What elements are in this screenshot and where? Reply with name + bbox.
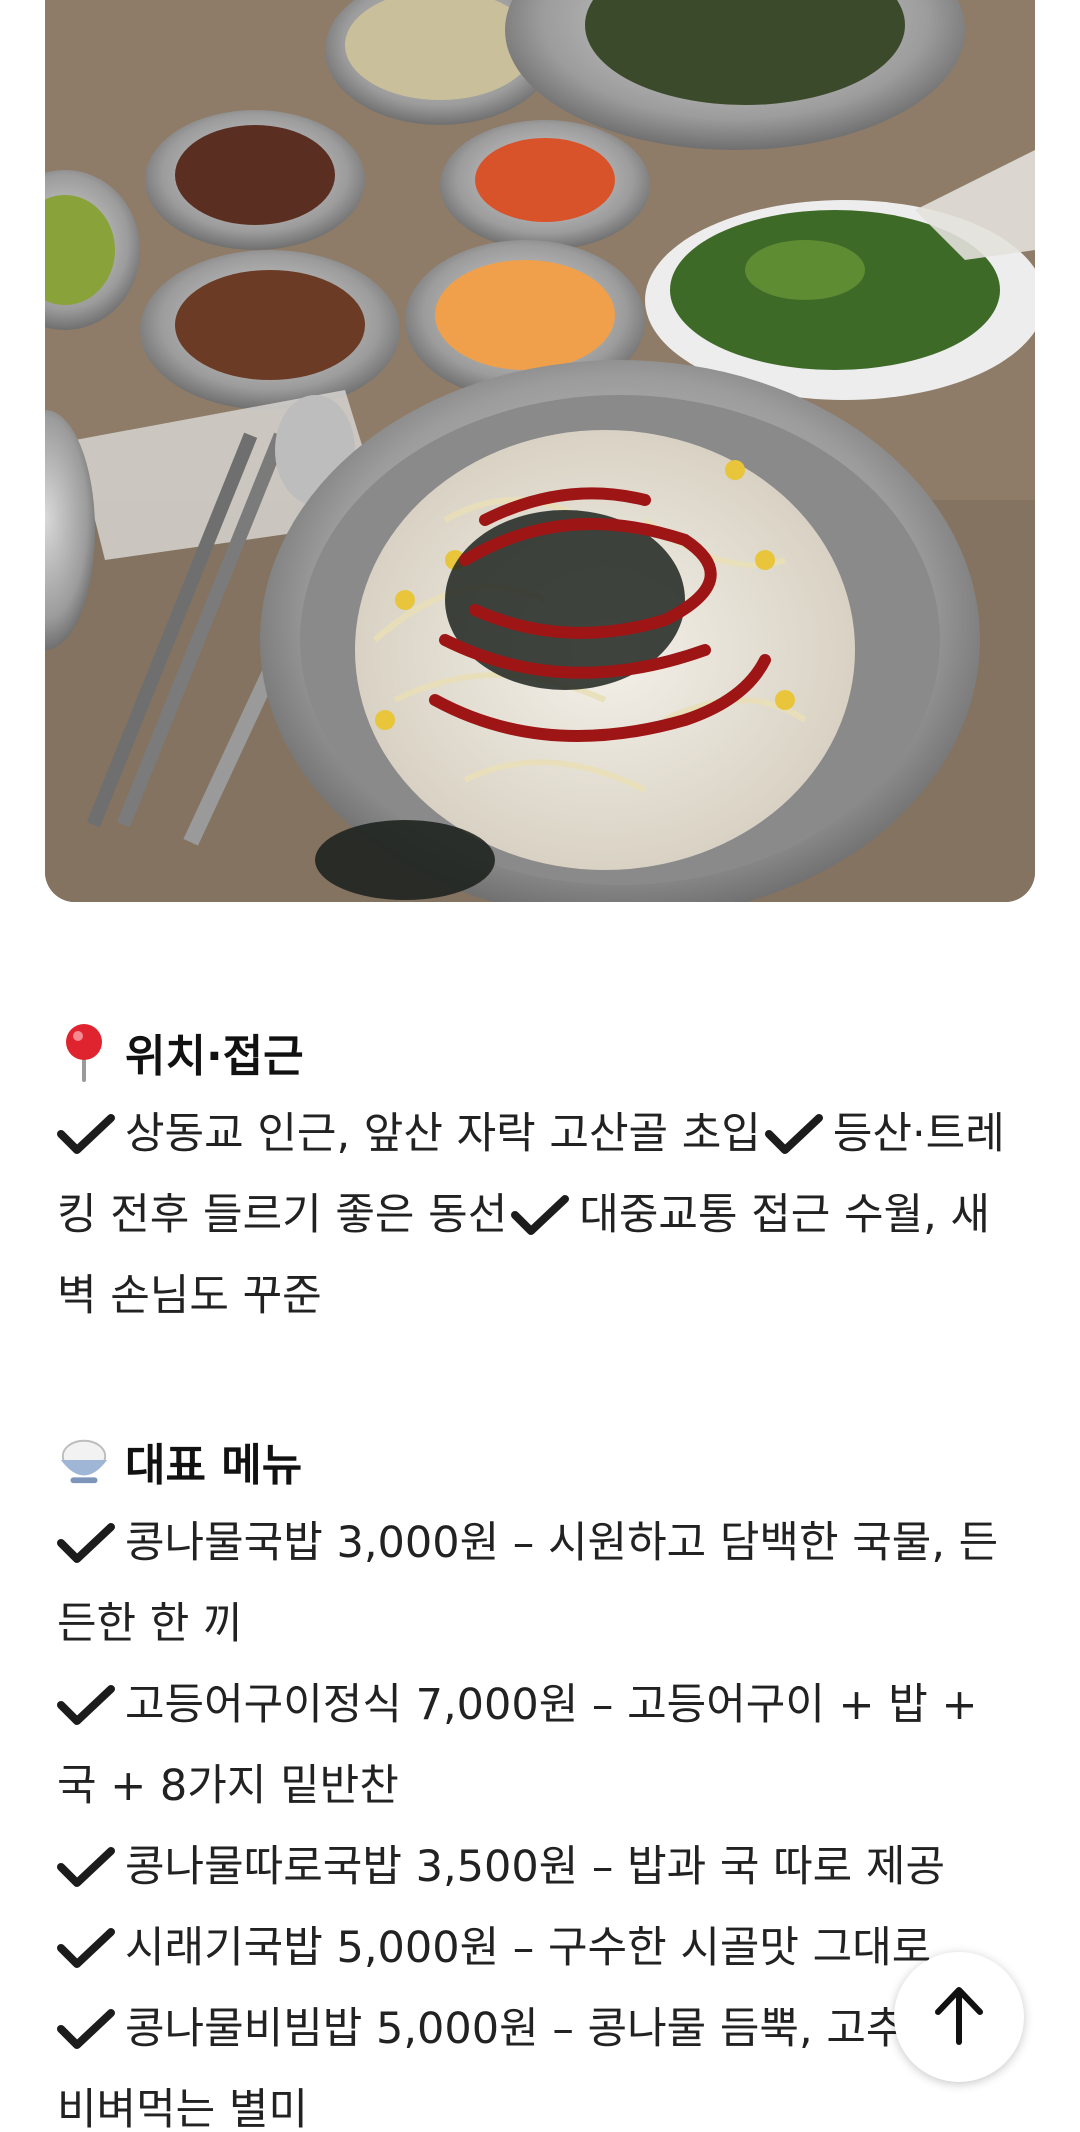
menu-item: 콩나물따로국밥 3,500원 – 밥과 국 따로 제공	[57, 1827, 1027, 1908]
check-mark-icon	[57, 1685, 115, 1725]
menu-item: 콩나물비빔밥 5,000원 – 콩나물 듬뿍, 고추장에 비벼먹는 별미	[57, 1989, 1027, 2132]
food-photo	[45, 0, 1035, 902]
round-pushpin-icon	[57, 1022, 111, 1082]
menu-item-text: 시래기국밥 5,000원 – 구수한 시골맛 그대로	[125, 1923, 932, 1973]
menu-heading-title: 대표 메뉴	[125, 1440, 303, 1491]
location-paragraph: 상동교 인근, 앞산 자락 고산골 초입 등산·트레킹 전후 들르기 좋은 동선…	[57, 1094, 1027, 1337]
location-item: 상동교 인근, 앞산 자락 고산골 초입	[125, 1109, 761, 1159]
rice-bowl-icon	[57, 1431, 111, 1491]
food-photo-drawing	[45, 0, 1035, 902]
check-mark-icon	[57, 1523, 115, 1563]
menu-item: 콩나물국밥 3,000원 – 시원하고 담백한 국물, 든든한 한 끼	[57, 1503, 1027, 1665]
check-mark-icon	[57, 1100, 115, 1154]
scroll-to-top-button[interactable]	[894, 1952, 1024, 2082]
menu-heading: 대표 메뉴	[57, 1419, 1027, 1503]
menu-item: 시래기국밥 5,000원 – 구수한 시골맛 그대로	[57, 1908, 1027, 1989]
menu-item-text: 콩나물비빔밥 5,000원 – 콩나물 듬뿍, 고추장에 비벼먹는 별미	[57, 2004, 985, 2132]
check-mark-icon	[764, 1100, 823, 1154]
check-mark-icon	[57, 1928, 115, 1968]
arrow-up-icon	[932, 1984, 986, 2050]
check-mark-icon	[57, 2009, 115, 2049]
menu-item-text: 콩나물국밥 3,000원 – 시원하고 담백한 국물, 든든한 한 끼	[57, 1518, 999, 1649]
check-mark-icon	[57, 1847, 115, 1887]
article-body: 위치·접근 상동교 인근, 앞산 자락 고산골 초입 등산·트레킹 전후 들르기…	[57, 1010, 1027, 2132]
menu-item: 고등어구이정식 7,000원 – 고등어구이 + 밥 + 국 + 8가지 밑반찬	[57, 1665, 1027, 1827]
check-mark-icon	[511, 1181, 570, 1235]
location-heading-title: 위치·접근	[125, 1031, 304, 1082]
location-heading: 위치·접근	[57, 1010, 1027, 1094]
menu-item-text: 고등어구이정식 7,000원 – 고등어구이 + 밥 + 국 + 8가지 밑반찬	[57, 1680, 978, 1811]
menu-item-text: 콩나물따로국밥 3,500원 – 밥과 국 따로 제공	[125, 1842, 946, 1892]
article-page: 위치·접근 상동교 인근, 앞산 자락 고산골 초입 등산·트레킹 전후 들르기…	[0, 0, 1080, 2132]
